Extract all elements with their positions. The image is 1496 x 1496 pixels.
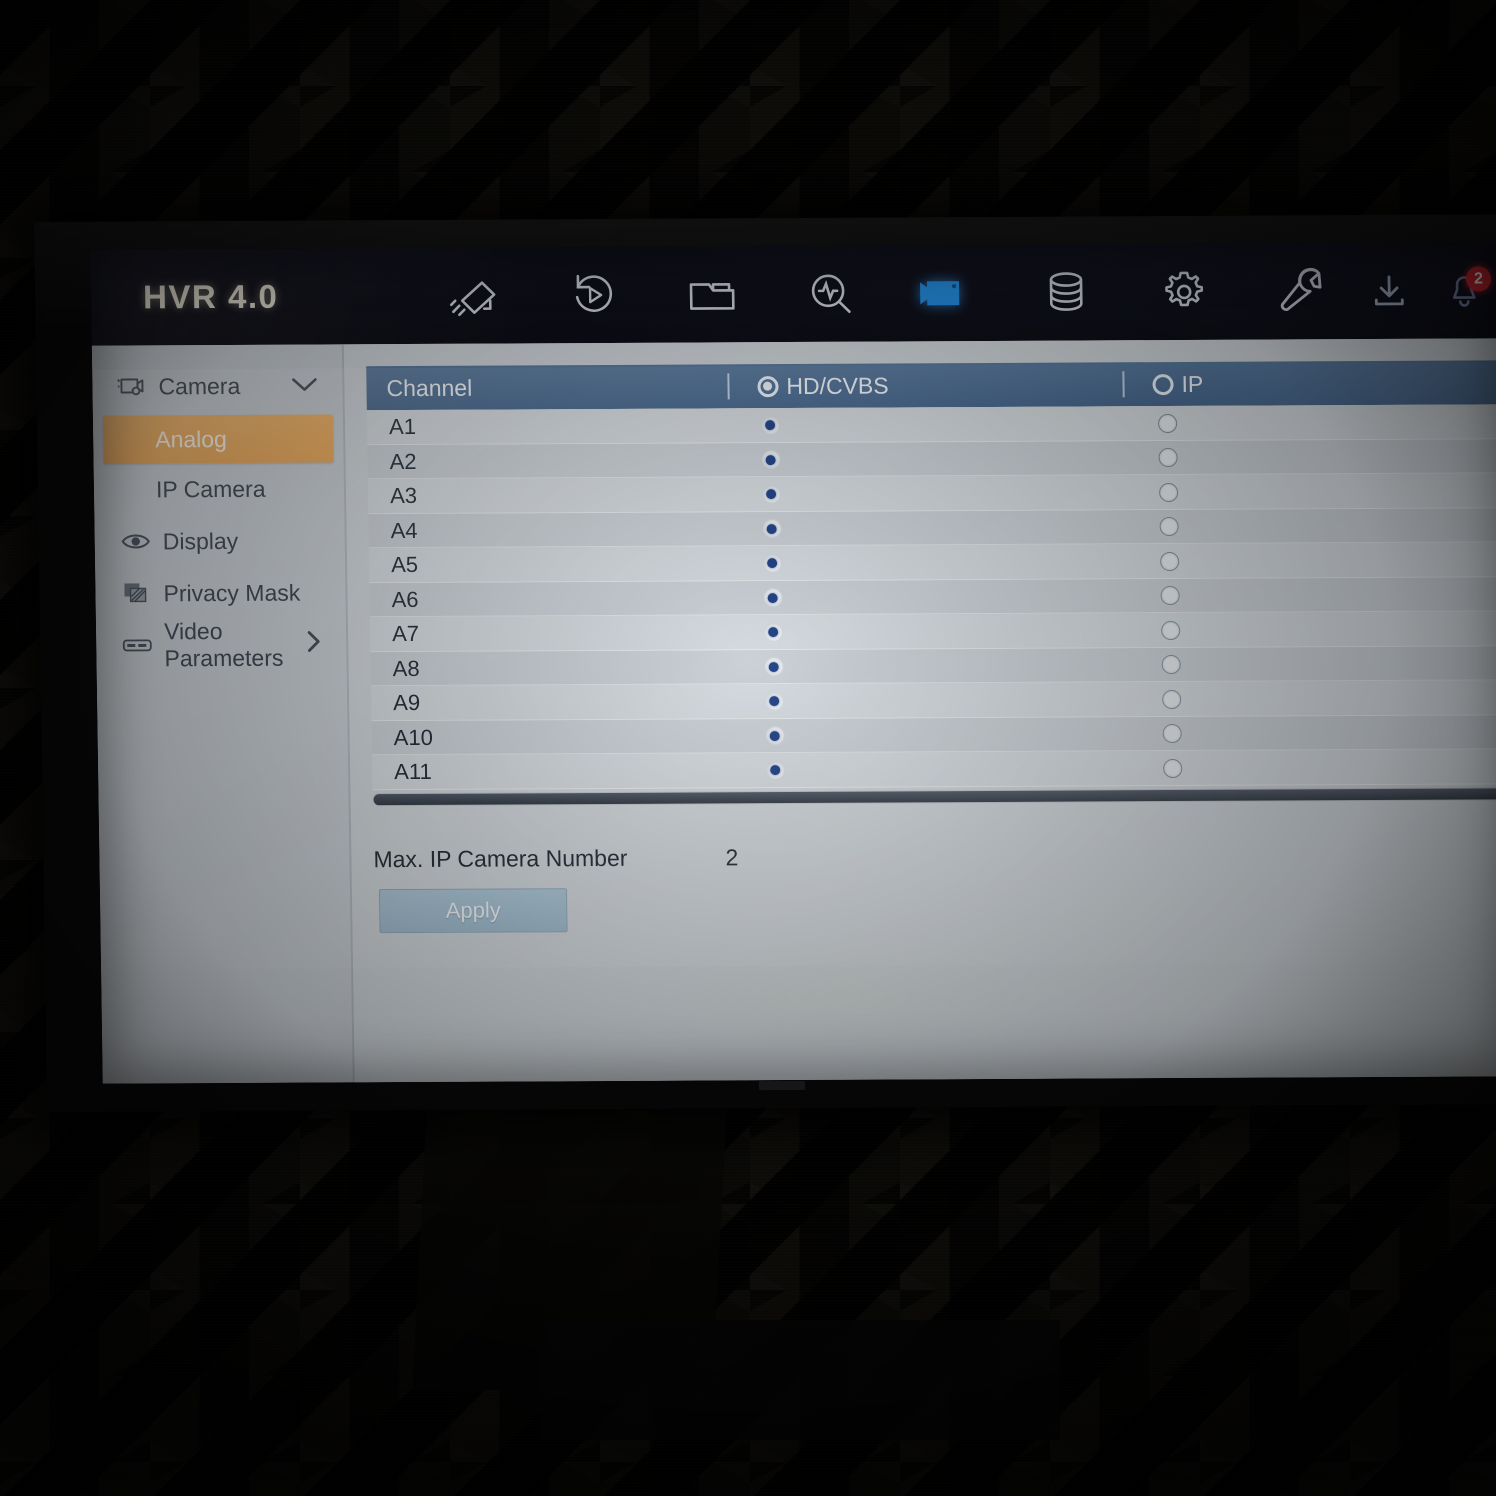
photo-vignette <box>0 0 1496 1496</box>
photo-scene: HVR 4.0 <box>0 0 1496 1496</box>
